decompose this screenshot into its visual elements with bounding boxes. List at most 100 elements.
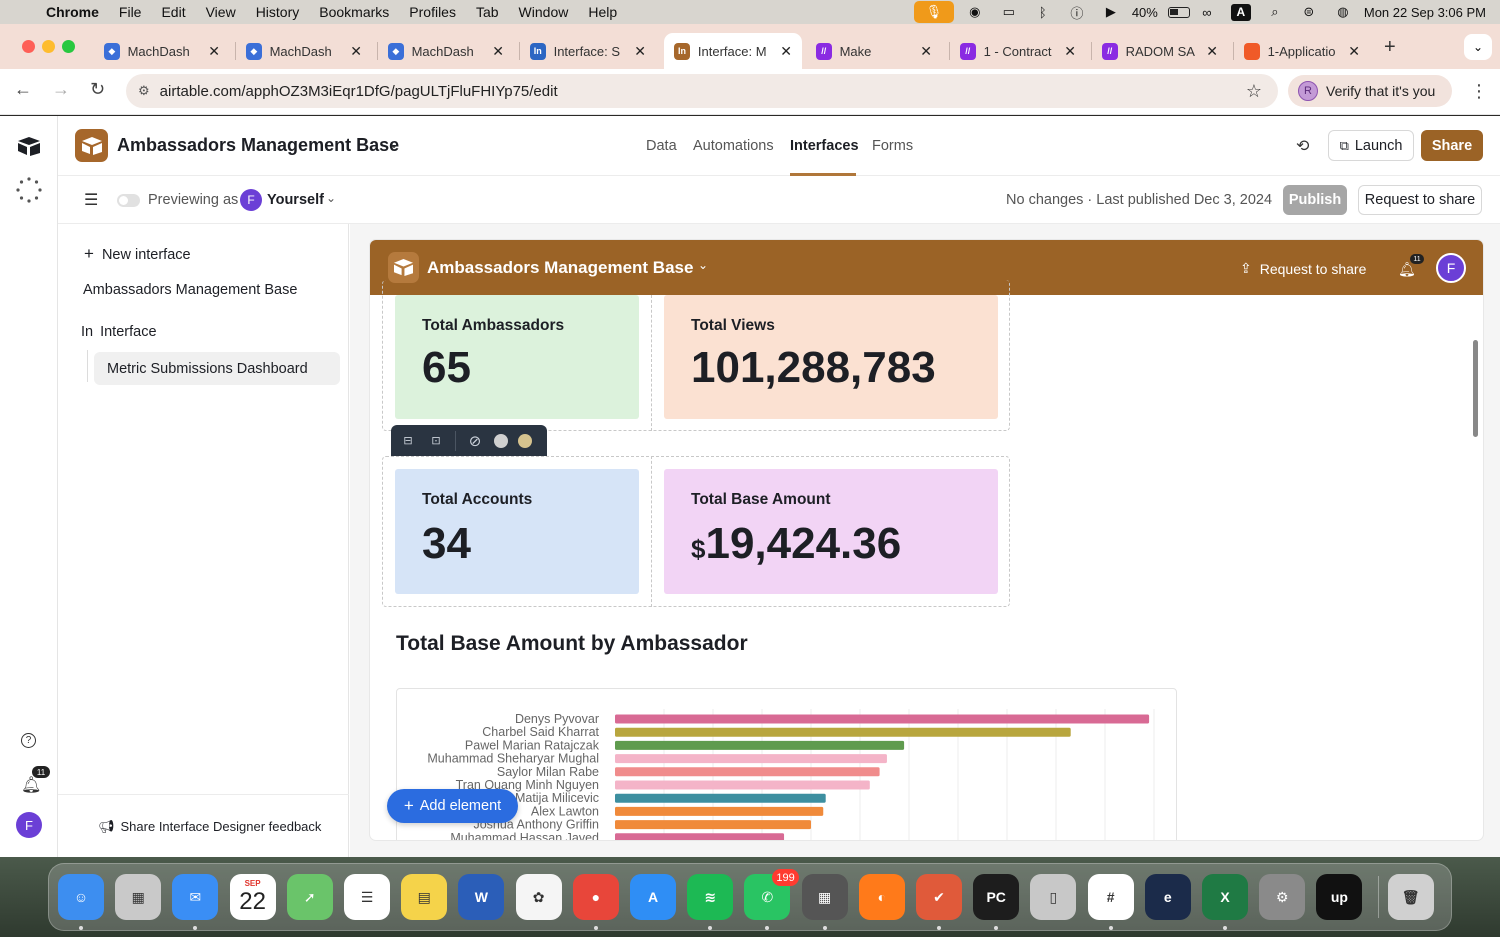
launch-button[interactable]: ⧉ Launch <box>1328 130 1414 161</box>
siri-icon[interactable]: ◍ <box>1326 0 1360 24</box>
airtable-home-icon[interactable] <box>17 136 41 156</box>
publish-button[interactable]: Publish <box>1283 185 1347 215</box>
nav-data[interactable]: Data <box>646 138 677 154</box>
hamburger-menu-icon[interactable]: ☰ <box>84 190 98 210</box>
fit-width-icon[interactable]: ⊡ <box>427 432 445 450</box>
accessibility-icon[interactable]: ⓘ <box>1060 0 1094 24</box>
workspace-loading-icon[interactable] <box>16 177 42 203</box>
chart-bar[interactable] <box>615 740 905 750</box>
metric-card-total-base-amount[interactable]: Total Base Amount $19,424.36 <box>664 469 998 594</box>
tab-close-icon[interactable]: ✕ <box>920 43 932 60</box>
input-source-button[interactable]: A <box>1224 0 1258 24</box>
grammarly-icon[interactable]: ◉ <box>958 0 992 24</box>
menu-app-name[interactable]: Chrome <box>42 4 109 20</box>
chart-bar[interactable] <box>615 833 785 840</box>
tab-search-chevron-icon[interactable]: ⌄ <box>1464 34 1492 60</box>
add-element-button[interactable]: + Add element <box>387 789 518 823</box>
forward-arrow-icon[interactable]: → <box>52 79 70 100</box>
browser-menu-icon[interactable]: ⋮ <box>1470 81 1488 102</box>
window-close-button[interactable] <box>22 40 35 53</box>
base-title-chevron-down-icon[interactable]: ⌄ <box>389 137 399 151</box>
window-minimize-button[interactable] <box>42 40 55 53</box>
chart-bar[interactable] <box>615 714 1150 724</box>
window-zoom-button[interactable] <box>62 40 75 53</box>
battery-icon[interactable] <box>1167 6 1190 18</box>
no-fill-icon[interactable]: ⊘ <box>466 432 484 450</box>
menu-tab[interactable]: Tab <box>466 4 509 20</box>
vertical-scrollbar-thumb[interactable] <box>1473 340 1478 437</box>
menu-profiles[interactable]: Profiles <box>399 4 466 20</box>
fill-gray-swatch[interactable] <box>494 433 508 448</box>
metric-card-total-views[interactable]: Total Views 101,288,783 <box>664 295 998 419</box>
preview-user-avatar[interactable]: F <box>240 189 262 211</box>
nav-interfaces[interactable]: Interfaces <box>790 138 859 154</box>
pycharm-icon[interactable]: PC <box>973 874 1020 920</box>
finder-icon[interactable]: ☺ <box>58 874 104 920</box>
iphone-mirroring-icon[interactable]: ▯ <box>1030 874 1077 920</box>
nav-forms[interactable]: Forms <box>872 138 913 154</box>
chart-bar[interactable] <box>615 820 811 830</box>
chart-bar[interactable] <box>615 754 887 764</box>
new-tab-plus-icon[interactable]: + <box>1384 36 1396 59</box>
calculator-icon[interactable]: ▦ <box>801 874 848 920</box>
base-title[interactable]: Ambassadors Management Base <box>117 135 399 156</box>
browser-tab[interactable]: 1-Applicatio ✕ <box>1234 33 1370 69</box>
spotify-icon[interactable]: ≋ <box>687 874 734 920</box>
preview-user-name[interactable]: Yourself <box>267 192 324 208</box>
firefox-icon[interactable]: ◐ <box>858 874 905 920</box>
verify-identity-button[interactable]: R Verify that it's you <box>1288 75 1452 107</box>
browser-tab[interactable]: ◆ MachDash ✕ <box>236 33 372 69</box>
browser-tab[interactable]: In Interface: S ✕ <box>520 33 656 69</box>
chart-bar[interactable] <box>615 780 870 790</box>
browser-tab[interactable]: // RADOM SA ✕ <box>1092 33 1228 69</box>
tab-close-icon[interactable]: ✕ <box>492 43 504 60</box>
tab-close-icon[interactable]: ✕ <box>1064 43 1076 60</box>
link-icon[interactable]: ∞ <box>1190 0 1224 24</box>
menu-edit[interactable]: Edit <box>151 4 195 20</box>
reload-icon[interactable]: ↻ <box>90 79 105 100</box>
play-icon[interactable]: ▶ <box>1094 0 1128 24</box>
menu-file[interactable]: File <box>109 4 152 20</box>
url-text[interactable]: airtable.com/apphOZ3M3iEqr1DfG/pagULTjFl… <box>160 83 558 100</box>
display-icon[interactable]: ▭ <box>992 0 1026 24</box>
launchpad-icon[interactable]: ▦ <box>115 874 162 920</box>
tab-close-icon[interactable]: ✕ <box>208 43 220 60</box>
maps-icon[interactable]: ➚ <box>286 874 333 920</box>
tab-close-icon[interactable]: ✕ <box>350 43 362 60</box>
browser-tab[interactable]: In Interface: M ✕ <box>664 33 802 69</box>
sidebar-base-name[interactable]: Ambassadors Management Base <box>83 282 297 298</box>
browser-tab[interactable]: ◆ MachDash ✕ <box>378 33 514 69</box>
metric-card-total-ambassadors[interactable]: Total Ambassadors 65 <box>395 295 639 419</box>
word-icon[interactable]: W <box>458 874 505 920</box>
address-bar[interactable]: ⚙ airtable.com/apphOZ3M3iEqr1DfG/pagULTj… <box>126 74 1278 108</box>
browser-tab[interactable]: // 1 - Contract ✕ <box>950 33 1086 69</box>
preview-user-chevron-down-icon[interactable]: ⌄ <box>326 191 336 205</box>
system-settings-icon[interactable]: ⚙ <box>1259 874 1306 920</box>
menu-history[interactable]: History <box>246 4 310 20</box>
app-store-icon[interactable]: A <box>630 874 676 920</box>
history-icon[interactable]: ⟲ <box>1296 136 1309 156</box>
ticktick-icon[interactable]: ✔ <box>916 874 962 920</box>
notifications-bell-icon[interactable]: 🔔︎ <box>21 775 41 795</box>
interface-title[interactable]: Ambassadors Management Base <box>427 258 693 278</box>
share-button[interactable]: Share <box>1421 130 1483 161</box>
slack-icon[interactable]: # <box>1087 874 1134 920</box>
interface-user-avatar[interactable]: F <box>1436 253 1466 283</box>
chrome-icon[interactable]: ● <box>572 874 619 920</box>
new-interface-button[interactable]: + New interface <box>84 244 191 264</box>
interface-logo-icon[interactable] <box>388 252 419 283</box>
interface-request-share-button[interactable]: ⇪ Request to share <box>1240 260 1366 277</box>
tab-close-icon[interactable]: ✕ <box>634 43 646 60</box>
full-width-icon[interactable]: ⊟ <box>399 432 417 450</box>
excel-icon[interactable]: X <box>1202 874 1248 920</box>
menu-help[interactable]: Help <box>578 4 627 20</box>
chart-bar[interactable] <box>615 806 824 816</box>
sidebar-page-metric-dashboard[interactable]: Metric Submissions Dashboard <box>94 352 340 385</box>
share-feedback-link[interactable]: 📢︎ Share Interface Designer feedback <box>98 819 321 835</box>
tab-close-icon[interactable]: ✕ <box>780 43 792 60</box>
tab-close-icon[interactable]: ✕ <box>1348 43 1360 60</box>
interface-title-chevron-down-icon[interactable]: ⌄ <box>698 258 708 272</box>
control-center-icon[interactable]: ⊜ <box>1292 0 1326 24</box>
spotlight-search-icon[interactable]: ⌕ <box>1258 0 1292 24</box>
chart-bar[interactable] <box>615 793 826 803</box>
